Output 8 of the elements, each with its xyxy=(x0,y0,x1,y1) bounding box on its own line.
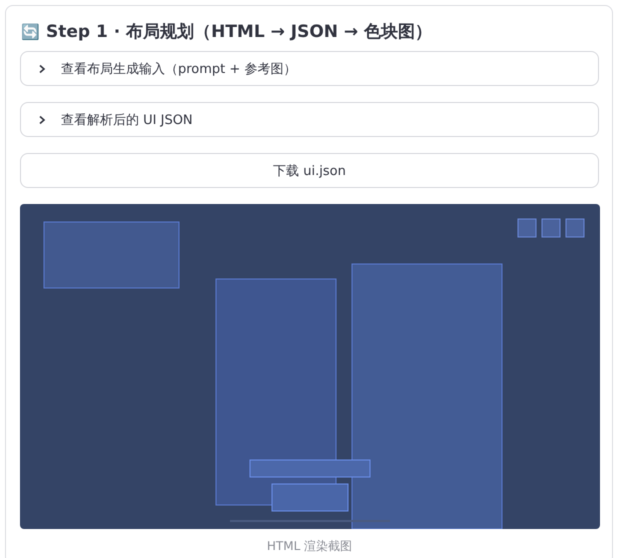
expander[interactable]: 查看解析后的 UI JSON xyxy=(20,102,599,137)
expander[interactable]: 查看布局生成输入（prompt + 参考图） xyxy=(20,51,599,86)
chevron-icon xyxy=(37,64,47,74)
refresh-icon: 🔄 xyxy=(21,22,40,40)
download-button[interactable]: 下载 ui.json xyxy=(20,153,599,188)
image-caption: HTML 渲染截图 xyxy=(266,538,354,555)
section-title: Step 1 · 布局规划（HTML → JSON → 色块图） xyxy=(46,21,432,43)
chevron-icon xyxy=(37,114,47,124)
